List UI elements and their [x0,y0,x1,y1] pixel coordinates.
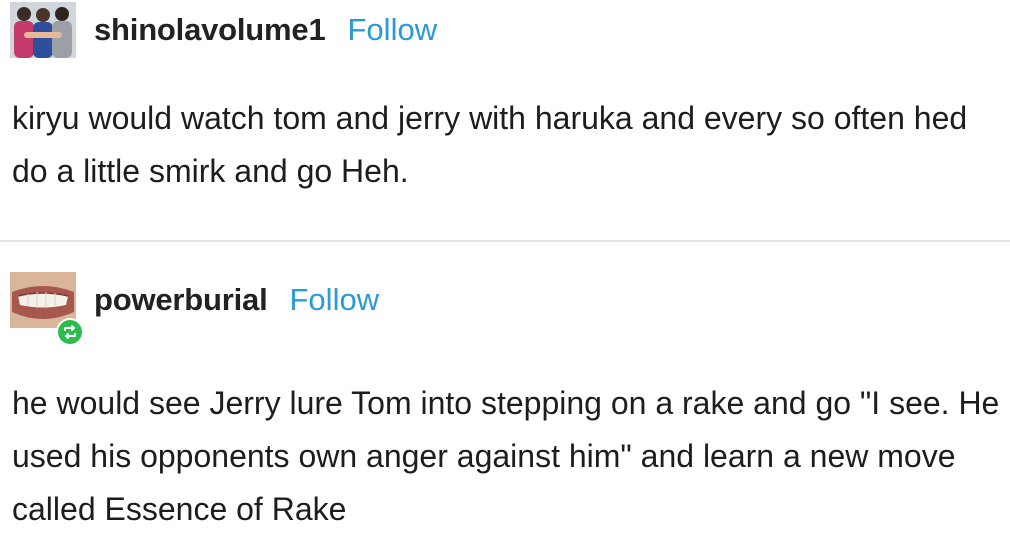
user-avatar[interactable] [10,2,76,58]
post-text: kiryu would watch tom and jerry with har… [12,100,968,189]
post-powerburial: powerburial Follow he would see Jerry lu… [0,242,1010,533]
follow-button[interactable]: Follow [290,282,380,318]
user-avatar[interactable] [10,272,84,346]
post-header: shinolavolume1 Follow [10,2,437,58]
post-shinolavolume1: shinolavolume1 Follow kiryu would watch … [0,0,1010,240]
reblog-badge [56,318,84,346]
post-text: he would see Jerry lure Tom into steppin… [12,385,1000,527]
post-header: powerburial Follow [10,272,380,346]
username[interactable]: shinolavolume1 [94,12,326,48]
group-photo-avatar-icon [10,2,76,58]
username[interactable]: powerburial [94,282,268,318]
reblog-icon [58,320,82,344]
follow-button[interactable]: Follow [348,12,438,48]
